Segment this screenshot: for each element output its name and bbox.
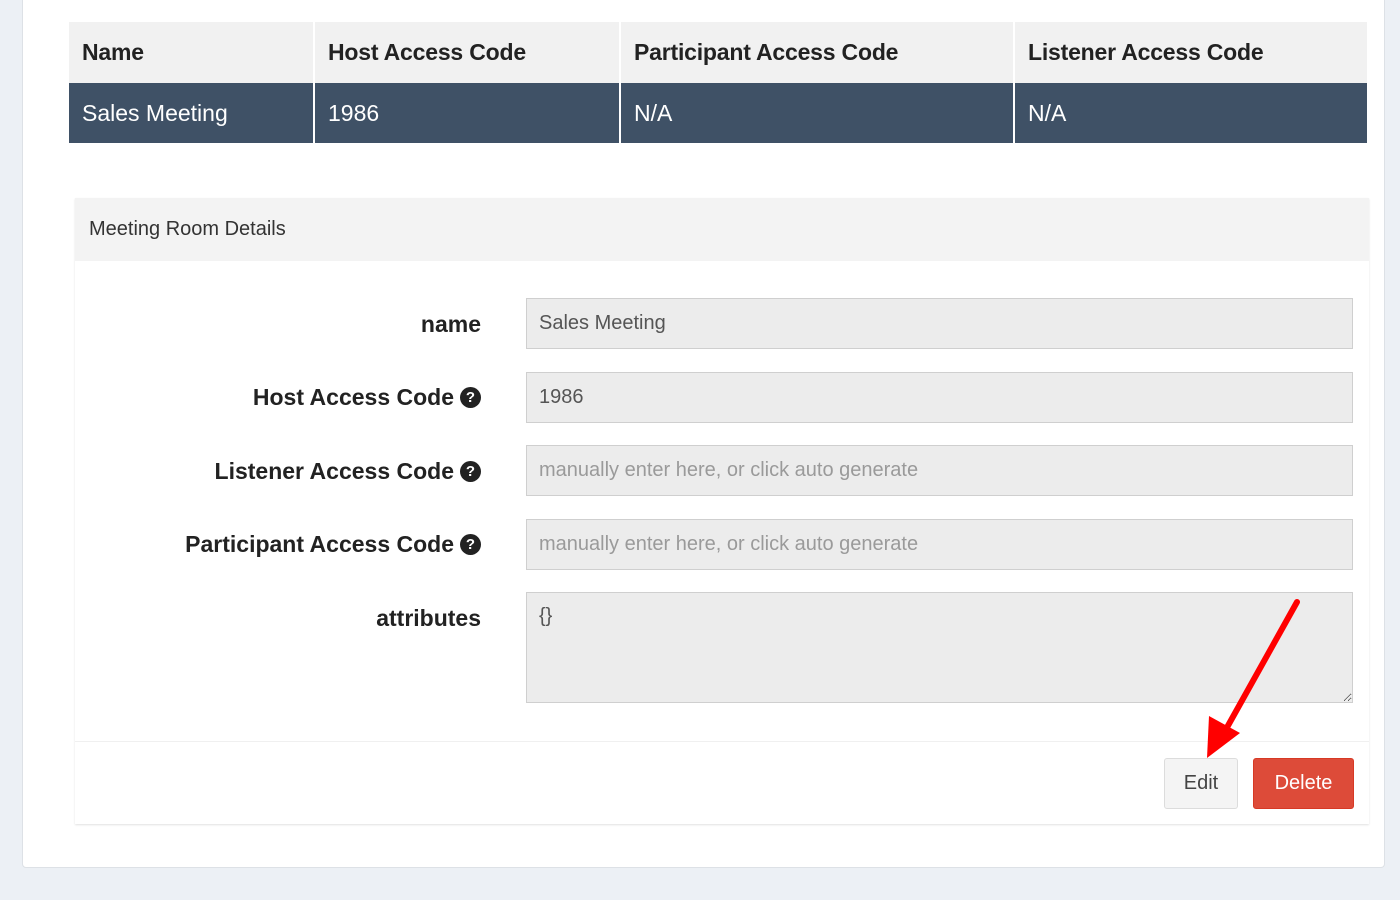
cell-listener-access-code: N/A: [1028, 99, 1067, 126]
column-header-participant-access-code[interactable]: Participant Access Code: [620, 22, 1015, 83]
edit-button[interactable]: Edit: [1164, 758, 1238, 809]
panel-body: name Host Access Code ? Listener Access …: [75, 261, 1369, 741]
attributes-label-text: attributes: [376, 605, 481, 631]
attributes-textarea[interactable]: {}: [526, 592, 1353, 703]
delete-button[interactable]: Delete: [1253, 758, 1354, 809]
listener-access-code-field[interactable]: [526, 445, 1353, 496]
listener-access-code-label: Listener Access Code ?: [215, 458, 481, 485]
column-header-name[interactable]: Name: [69, 22, 315, 83]
host-access-code-label-text: Host Access Code: [252, 384, 454, 410]
panel-heading: Meeting Room Details: [75, 198, 1369, 261]
name-field[interactable]: [526, 298, 1353, 349]
table-row[interactable]: Sales Meeting 1986 N/A N/A: [69, 83, 1367, 143]
panel-footer: Edit Delete: [75, 741, 1369, 824]
name-label-text: name: [420, 311, 481, 337]
listener-access-code-label-text: Listener Access Code: [214, 458, 454, 484]
host-access-code-field[interactable]: [526, 372, 1353, 423]
question-circle-icon[interactable]: ?: [460, 387, 481, 408]
question-circle-icon[interactable]: ?: [460, 461, 481, 482]
cell-name: Sales Meeting: [69, 83, 315, 143]
table-header-row: Name Host Access Code Participant Access…: [69, 22, 1367, 83]
question-circle-icon[interactable]: ?: [460, 534, 481, 555]
name-label: name: [421, 311, 481, 338]
participant-access-code-field[interactable]: [526, 519, 1353, 570]
attributes-label: attributes: [376, 605, 481, 632]
participant-access-code-label-text: Participant Access Code: [185, 531, 454, 557]
meeting-rooms-table: Name Host Access Code Participant Access…: [69, 22, 1367, 143]
cell-host-access-code: 1986: [314, 83, 621, 143]
column-header-listener-access-code[interactable]: Listener Access Code: [1014, 22, 1367, 83]
participant-access-code-label: Participant Access Code ?: [185, 531, 481, 558]
meeting-room-details-panel: Meeting Room Details name Host Access Co…: [75, 198, 1369, 824]
column-header-host-access-code[interactable]: Host Access Code: [314, 22, 621, 83]
host-access-code-label: Host Access Code ?: [253, 384, 481, 411]
cell-participant-access-code: N/A: [620, 83, 1015, 143]
